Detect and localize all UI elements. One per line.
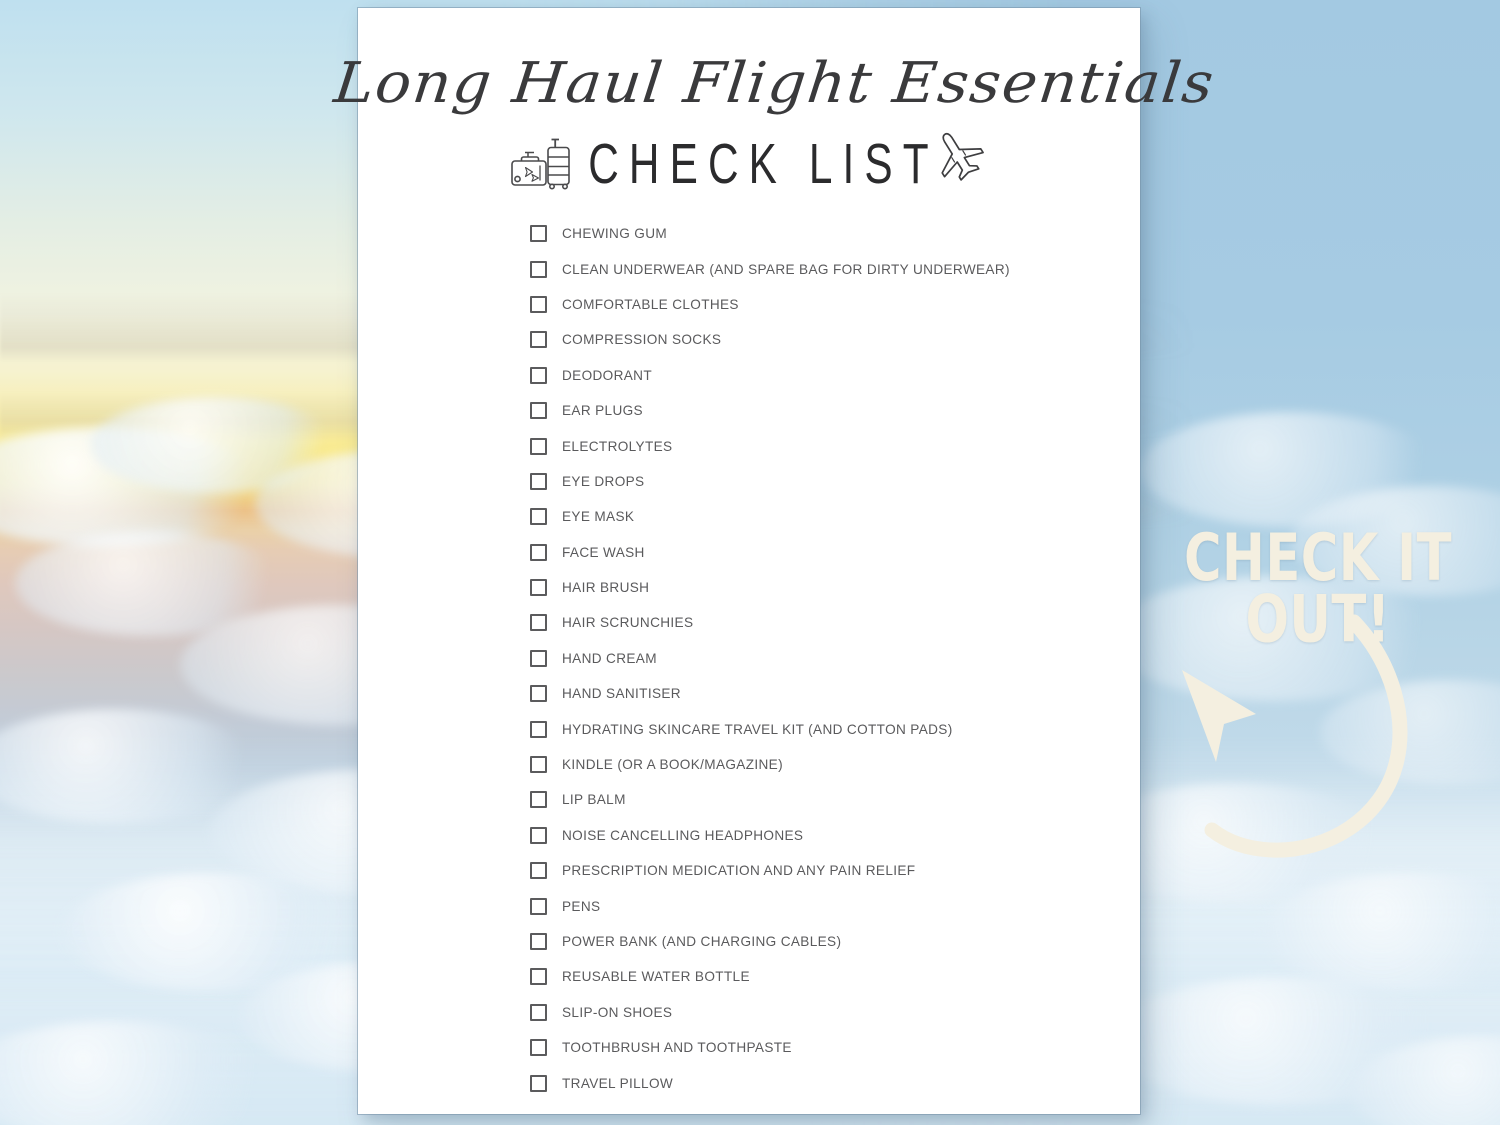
list-item-label: TOOTHBRUSH AND TOOTHPASTE <box>562 1040 792 1056</box>
list-item-label: EAR PLUGS <box>562 403 643 419</box>
page-title: Long Haul Flight Essentials <box>330 51 1219 116</box>
list-item-label: CHEWING GUM <box>562 226 668 242</box>
checkbox[interactable] <box>530 968 547 986</box>
list-item[interactable]: COMFORTABLE CLOTHES <box>530 287 1140 322</box>
list-item[interactable]: REUSABLE WATER BOTTLE <box>530 959 1140 994</box>
list-item-label: ELECTROLYTES <box>562 438 673 454</box>
list-item-label: CLEAN UNDERWEAR (AND SPARE BAG FOR DIRTY… <box>562 261 1010 277</box>
checkbox[interactable] <box>530 508 547 526</box>
list-item[interactable]: POWER BANK (AND CHARGING CABLES) <box>530 924 1140 959</box>
list-item-label: EYE MASK <box>562 509 635 525</box>
list-item[interactable]: TOOTHBRUSH AND TOOTHPASTE <box>530 1030 1140 1065</box>
list-item-label: LIP BALM <box>562 792 626 808</box>
checkbox[interactable] <box>530 437 547 455</box>
list-item-label: EYE DROPS <box>562 473 645 489</box>
list-item[interactable]: LIP BALM <box>530 782 1140 817</box>
list-item-label: HAND CREAM <box>562 650 657 666</box>
list-item-label: NOISE CANCELLING HEADPHONES <box>562 827 804 843</box>
checkbox[interactable] <box>530 826 547 844</box>
list-item[interactable]: EAR PLUGS <box>530 393 1140 428</box>
checklist-heading-row: CHECK LIST <box>358 132 1140 194</box>
list-item[interactable]: HAND CREAM <box>530 641 1140 676</box>
checkbox[interactable] <box>530 366 547 384</box>
checkbox[interactable] <box>530 1039 547 1057</box>
list-item[interactable]: TRAVEL PILLOW <box>530 1065 1140 1100</box>
checklist-heading: CHECK LIST <box>587 131 939 196</box>
list-item-label: TRAVEL PILLOW <box>562 1075 674 1091</box>
checkbox[interactable] <box>530 579 547 597</box>
list-item-label: FACE WASH <box>562 544 645 560</box>
checkbox[interactable] <box>530 756 547 774</box>
checkbox[interactable] <box>530 1074 547 1092</box>
list-item-label: PENS <box>562 898 601 914</box>
list-item[interactable]: PRESCRIPTION MEDICATION AND ANY PAIN REL… <box>530 853 1140 888</box>
list-item[interactable]: COMPRESSION SOCKS <box>530 322 1140 357</box>
list-item-label: HAIR SCRUNCHIES <box>562 615 694 631</box>
checkbox[interactable] <box>530 791 547 809</box>
list-item-label: REUSABLE WATER BOTTLE <box>562 969 750 985</box>
checkbox[interactable] <box>530 402 547 420</box>
checklist-card: Long Haul Flight Essentials CHECK LIST C… <box>331 8 1218 1114</box>
checkbox[interactable] <box>530 543 547 561</box>
checklist-items: CHEWING GUM CLEAN UNDERWEAR (AND SPARE B… <box>358 216 1140 1101</box>
checkbox[interactable] <box>530 225 547 243</box>
list-item-label: SLIP-ON SHOES <box>562 1004 673 1020</box>
list-item[interactable]: EYE DROPS <box>530 464 1140 499</box>
list-item-label: POWER BANK (AND CHARGING CABLES) <box>562 934 842 949</box>
list-item-label: DEODORANT <box>562 367 653 383</box>
list-item[interactable]: ELECTROLYTES <box>530 428 1140 463</box>
checkbox[interactable] <box>530 720 547 738</box>
list-item-label: KINDLE (OR A BOOK/MAGAZINE) <box>562 757 783 773</box>
list-item[interactable]: DEODORANT <box>530 358 1140 393</box>
checkbox[interactable] <box>530 260 547 278</box>
list-item-label: HAND SANITISER <box>562 686 681 702</box>
list-item-label: HAIR BRUSH <box>562 580 650 596</box>
list-item[interactable]: NOISE CANCELLING HEADPHONES <box>530 818 1140 853</box>
list-item[interactable]: FACE WASH <box>530 535 1140 570</box>
list-item[interactable]: CHEWING GUM <box>530 216 1140 251</box>
checkbox[interactable] <box>530 897 547 915</box>
checkbox[interactable] <box>530 614 547 632</box>
suitcases-icon <box>507 133 579 196</box>
checkbox[interactable] <box>530 933 547 950</box>
checkbox[interactable] <box>530 649 547 667</box>
list-item-label: COMFORTABLE CLOTHES <box>562 296 739 312</box>
checkbox[interactable] <box>530 331 547 349</box>
list-item[interactable]: HAIR BRUSH <box>530 570 1140 605</box>
list-item[interactable]: HAIR SCRUNCHIES <box>530 605 1140 640</box>
list-item-label: HYDRATING SKINCARE TRAVEL KIT (AND COTTO… <box>562 721 953 737</box>
list-item[interactable]: CLEAN UNDERWEAR (AND SPARE BAG FOR DIRTY… <box>530 251 1140 286</box>
list-item-label: PRESCRIPTION MEDICATION AND ANY PAIN REL… <box>562 863 916 879</box>
list-item[interactable]: KINDLE (OR A BOOK/MAGAZINE) <box>530 747 1140 782</box>
list-item[interactable]: EYE MASK <box>530 499 1140 534</box>
list-item[interactable]: PENS <box>530 888 1140 923</box>
checkbox[interactable] <box>530 685 547 703</box>
checkbox[interactable] <box>530 1003 547 1021</box>
list-item-label: COMPRESSION SOCKS <box>562 332 722 348</box>
checkbox[interactable] <box>530 472 547 490</box>
list-item[interactable]: HAND SANITISER <box>530 676 1140 711</box>
list-item[interactable]: SLIP-ON SHOES <box>530 995 1140 1030</box>
checkbox[interactable] <box>530 862 547 880</box>
checkbox[interactable] <box>530 295 547 313</box>
list-item[interactable]: HYDRATING SKINCARE TRAVEL KIT (AND COTTO… <box>530 711 1140 746</box>
